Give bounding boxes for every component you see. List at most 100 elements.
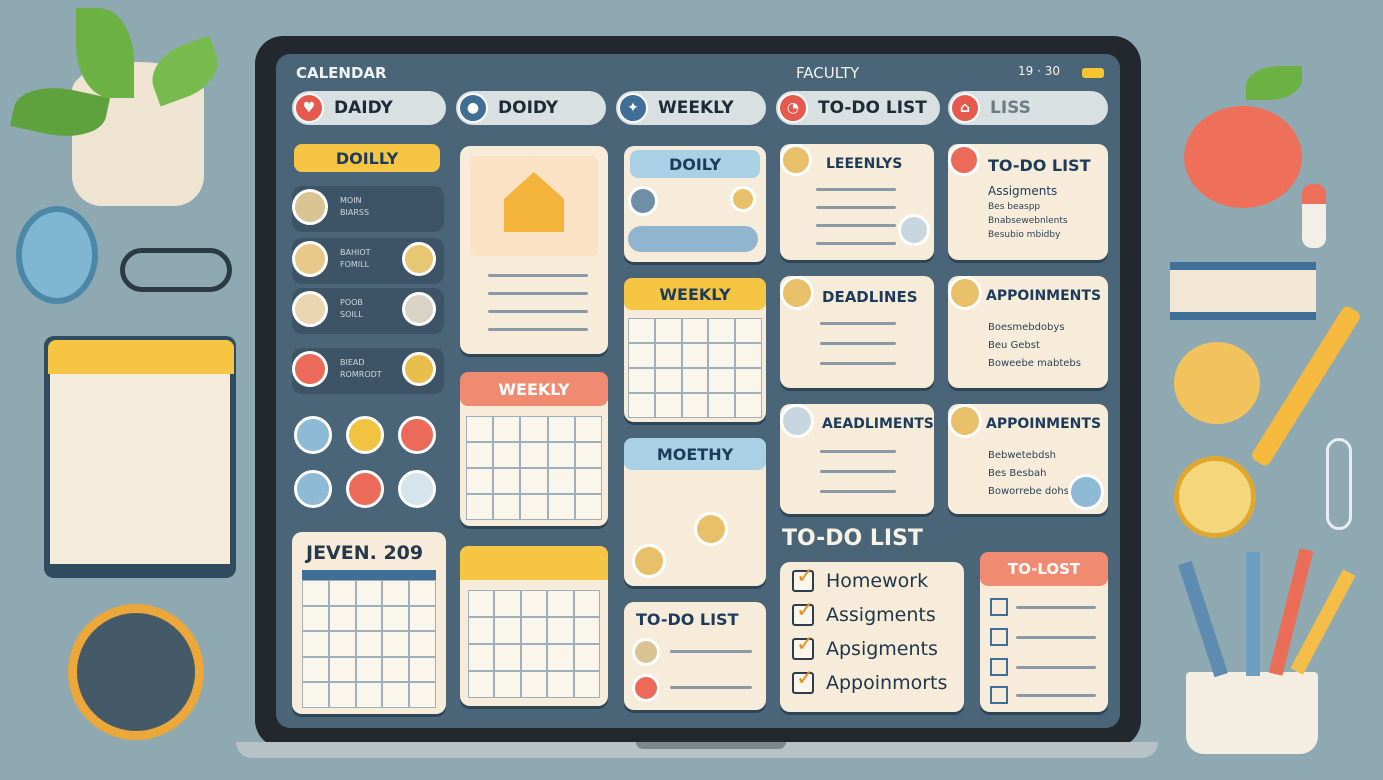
deadlines-card[interactable]: DEADLINES	[780, 276, 934, 388]
list-item: Boworrebe dohs	[988, 486, 1069, 497]
tab-doidy[interactable]: ● DOIDY	[456, 91, 606, 125]
doily-card[interactable]: DOILY	[624, 146, 766, 262]
list-item: Beu Gebst	[988, 340, 1040, 351]
todo-item[interactable]: Apsigments	[792, 632, 964, 666]
list-item: Besubio mbidby	[988, 230, 1061, 240]
check-icon	[632, 674, 660, 702]
tab-label: LISS	[990, 98, 1031, 118]
mini-calendar-title: JEVEN. 209	[306, 542, 424, 564]
user-icon: ●	[458, 93, 488, 123]
checkbox-checked[interactable]	[792, 598, 814, 626]
sidebar-item-line: FOMILL	[340, 260, 370, 269]
sidebar-item[interactable]: MOIN BIARSS	[292, 186, 444, 232]
cup-app-button[interactable]	[346, 416, 384, 454]
book-stack-icon	[1170, 262, 1316, 320]
todo-small-title: TO-DO LIST	[636, 610, 739, 629]
list-line	[820, 362, 896, 365]
badge-icon	[780, 276, 814, 310]
small-clock-icon	[1174, 456, 1256, 538]
pencil-icon	[1178, 560, 1228, 678]
battery-icon	[1082, 68, 1104, 78]
list-line	[488, 292, 588, 295]
calendar-weekday-bar	[302, 570, 436, 580]
checkbox-checked[interactable]	[792, 632, 814, 660]
checkbox[interactable]	[990, 686, 1008, 704]
todo-top-card[interactable]: TO-DO LIST Assigments Bes beaspp Bnabsew…	[948, 144, 1108, 260]
weekly-grid[interactable]	[466, 416, 602, 520]
slider-track[interactable]	[628, 226, 758, 252]
tab-weekly[interactable]: ✦ WEEKLY	[616, 91, 766, 125]
calendar-grid[interactable]	[302, 580, 436, 708]
todo-item-label: Homework	[826, 570, 929, 592]
list-line	[820, 450, 896, 453]
calendar-grid[interactable]	[468, 590, 600, 698]
sidebar-item-line: BIARSS	[340, 208, 370, 217]
alarm-clock-icon	[16, 206, 98, 304]
tab-todo-list[interactable]: ◔ TO-DO LIST	[776, 91, 940, 125]
check-icon	[694, 512, 728, 546]
appoinments2-card[interactable]: APPOINMENTS Bebwetebdsh Bes Besbah Bowor…	[948, 404, 1108, 514]
tab-liss[interactable]: ⌂ LISS	[948, 91, 1108, 125]
moethy-card[interactable]: MOETHY	[624, 438, 766, 586]
check-icon	[632, 544, 666, 578]
sidebar-item[interactable]: POOB SOILL	[292, 288, 444, 334]
todo-item-label: Assigments	[826, 604, 936, 626]
month-calendar-card[interactable]	[460, 546, 608, 706]
leeenlys-card[interactable]: LEEENLYS	[780, 144, 934, 260]
badge-icon	[780, 144, 812, 176]
tab-label: WEEKLY	[658, 98, 734, 118]
coin-icon	[1174, 342, 1260, 424]
list-line	[670, 686, 752, 689]
checkbox[interactable]	[990, 598, 1008, 616]
check-app-button[interactable]	[294, 416, 332, 454]
list-line	[488, 310, 588, 313]
list-item: Boweebe mabtebs	[988, 358, 1081, 369]
todo-list-title: TO-DO LIST	[782, 526, 923, 551]
weekly-calendar-card[interactable]: WEEKLY	[460, 372, 608, 526]
to-lost-card[interactable]: TO-LOST	[980, 552, 1108, 712]
tab-daidy[interactable]: ♥ DAIDY	[292, 91, 446, 125]
toggle-icon	[628, 186, 658, 216]
sidebar-item[interactable]: BIEAD ROMRODT	[292, 348, 444, 394]
checkbox-checked[interactable]	[792, 564, 814, 592]
sidebar-item-line: ROMRODT	[340, 370, 382, 379]
cup2-app-button[interactable]	[346, 470, 384, 508]
plant-leaf-decoration	[143, 35, 227, 107]
list-item: Assigments	[988, 184, 1058, 198]
sidebar-item[interactable]: BAHIOT FOMILL	[292, 238, 444, 284]
sidebar-header: DOILLY	[294, 144, 440, 172]
todo-item[interactable]: Assigments	[792, 598, 964, 632]
list-item: Boesmebdobys	[988, 322, 1065, 333]
list-line	[816, 206, 896, 209]
appoinments-card[interactable]: APPOINMENTS Boesmebdobys Beu Gebst Bowee…	[948, 276, 1108, 388]
checkbox[interactable]	[990, 658, 1008, 676]
house-card[interactable]	[460, 146, 608, 354]
todo-item[interactable]: Appoinmorts	[792, 666, 964, 700]
sidebar-item-line: BAHIOT	[340, 248, 371, 257]
plant-app-button[interactable]	[294, 470, 332, 508]
status-center-label: FACULTY	[796, 64, 860, 82]
toggle-icon[interactable]	[898, 214, 930, 246]
sidebar-item-line: SOILL	[340, 310, 363, 319]
weekly-grid[interactable]	[628, 318, 762, 418]
list-line	[820, 490, 896, 493]
b-app-button[interactable]	[398, 470, 436, 508]
check-icon[interactable]	[1068, 474, 1104, 510]
list-line	[1016, 636, 1096, 639]
todo-list-card[interactable]: Homework Assigments Apsigments Appoinmor…	[780, 562, 964, 712]
paper-calendar-sheet	[50, 374, 230, 564]
aeadliments-card[interactable]: AEADLIMENTS	[780, 404, 934, 514]
card-app-button[interactable]	[398, 416, 436, 454]
mini-calendar: JEVEN. 209	[292, 532, 446, 714]
todo-small-card[interactable]: TO-DO LIST	[624, 602, 766, 710]
list-line	[816, 224, 896, 227]
badge-icon	[948, 404, 982, 438]
home-icon: ⌂	[950, 93, 980, 123]
checkbox[interactable]	[990, 628, 1008, 646]
badge-icon	[948, 276, 982, 310]
avatar-icon	[292, 291, 328, 327]
todo-item[interactable]: Homework	[792, 564, 964, 598]
tv-icon	[292, 351, 328, 387]
checkbox-checked[interactable]	[792, 666, 814, 694]
weekly-card[interactable]: WEEKLY	[624, 278, 766, 422]
